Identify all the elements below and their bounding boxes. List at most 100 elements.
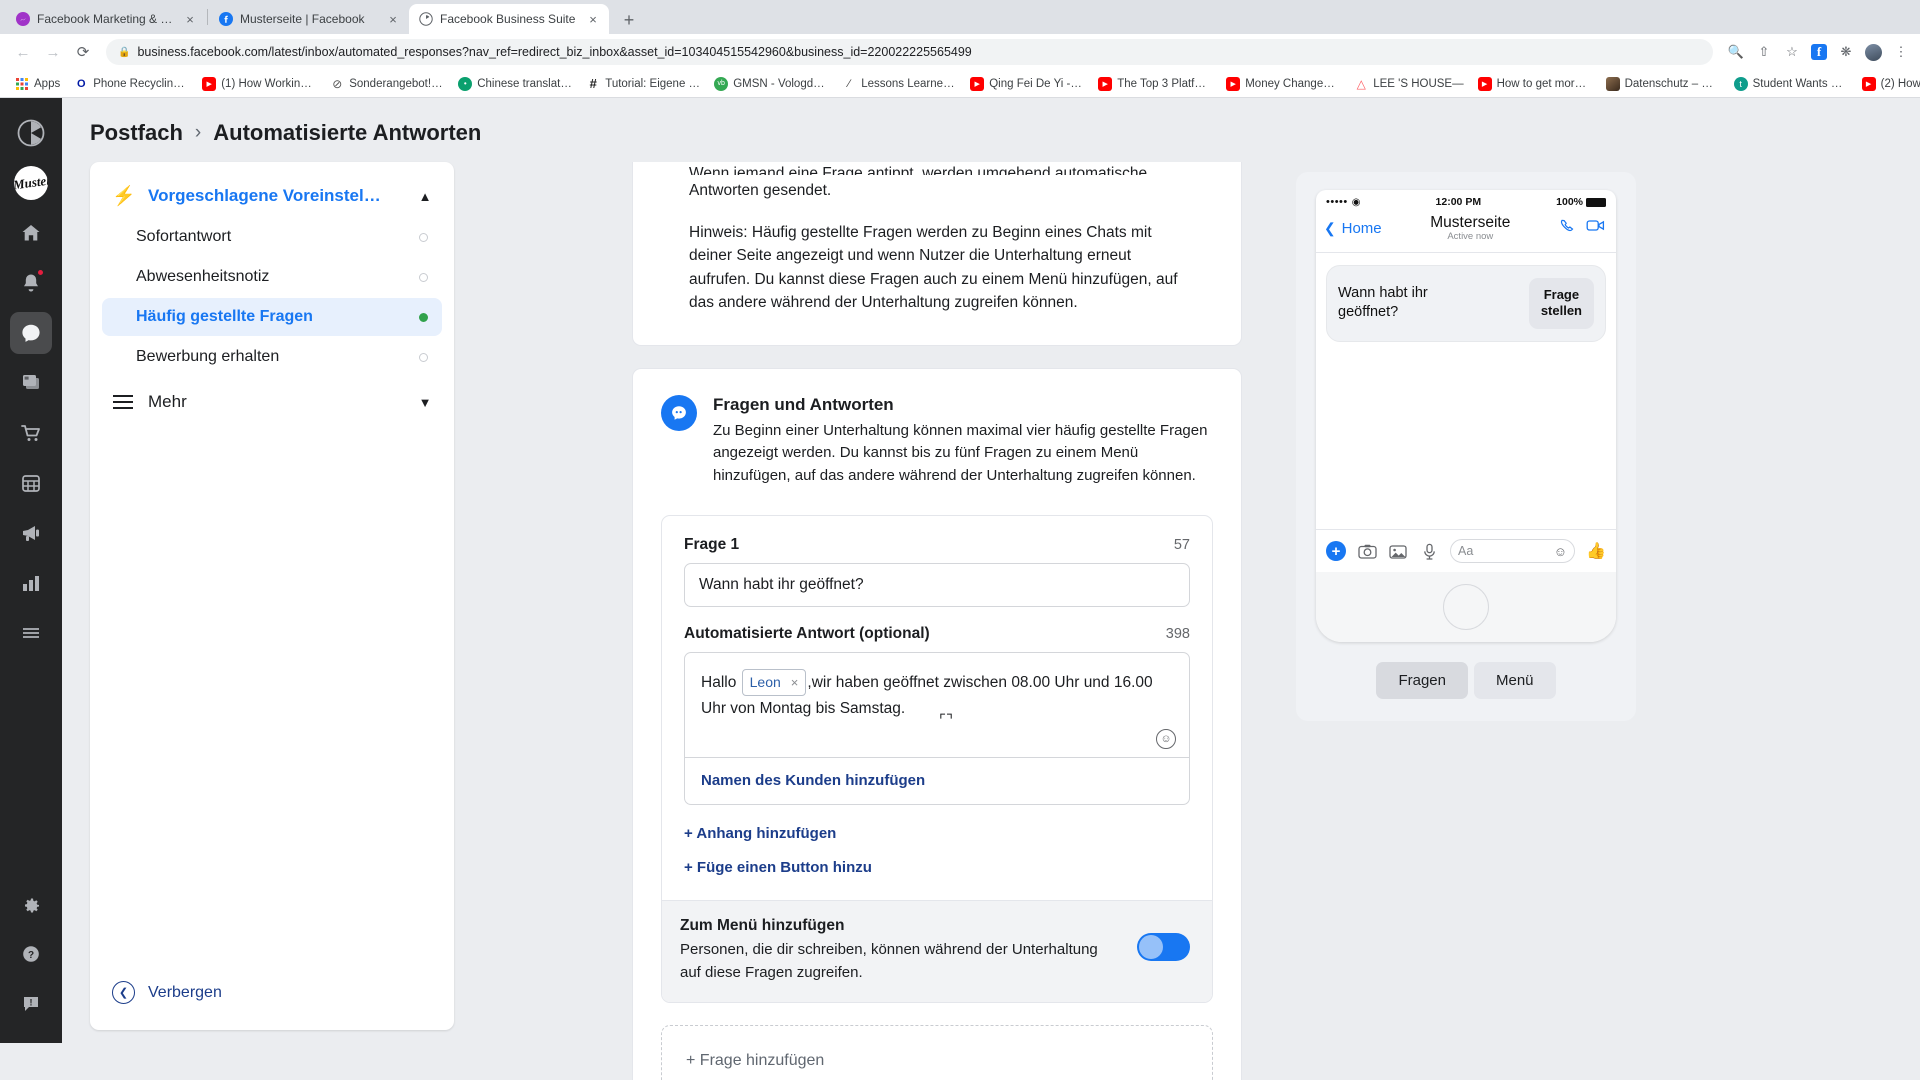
sidebar-item-calendar[interactable] — [10, 462, 52, 504]
video-icon[interactable] — [1586, 217, 1606, 239]
smiley-icon[interactable]: ☺ — [1156, 729, 1176, 750]
bookmark-1[interactable]: O Phone Recycling... — [68, 74, 194, 94]
close-icon[interactable]: × — [183, 13, 197, 26]
bookmark-14[interactable]: t Student Wants an... — [1728, 74, 1854, 94]
bookmark-2[interactable]: ▶ (1) How Working a... — [196, 74, 322, 94]
tab-title: Facebook Business Suite — [440, 12, 576, 26]
page-title: Automatisierte Antworten — [213, 120, 482, 145]
sidebar-item-inbox[interactable] — [10, 312, 52, 354]
mic-icon[interactable] — [1419, 541, 1439, 561]
smiley-icon[interactable]: ☺ — [1554, 544, 1567, 559]
sidebar-section-header[interactable]: ⚡ Vorgeschlagene Voreinstel… ▲ — [90, 162, 454, 216]
sidebar-item-commerce[interactable] — [10, 412, 52, 454]
sidebar-more-section[interactable]: Mehr ▼ — [90, 378, 454, 426]
sidebar-item-business-avatar[interactable]: Mustel — [10, 162, 52, 204]
camera-icon[interactable] — [1357, 541, 1377, 561]
sidebar-item-settings[interactable] — [10, 883, 52, 925]
chrome-menu-icon[interactable]: ⋮ — [1892, 43, 1910, 61]
extensions-icon[interactable]: ❋ — [1837, 43, 1855, 61]
back-button[interactable]: ← — [10, 39, 36, 65]
bookmark-4[interactable]: • Chinese translatio... — [452, 74, 578, 94]
chevron-left-circle-icon: ❮ — [112, 981, 135, 1004]
bookmark-10[interactable]: ▶ Money Changes E... — [1220, 74, 1346, 94]
sidebar-item-more[interactable] — [10, 612, 52, 654]
tab-fragen[interactable]: Fragen — [1376, 662, 1468, 700]
new-tab-button[interactable]: + — [615, 6, 643, 34]
posts-icon — [23, 375, 39, 389]
sidebar-item-notifications[interactable] — [10, 262, 52, 304]
hash-icon: # — [589, 76, 597, 91]
bookmark-15[interactable]: ▶ (2) How To Add A... — [1856, 74, 1920, 94]
bookmark-apps[interactable]: Apps — [9, 74, 66, 94]
add-to-menu-toggle[interactable] — [1137, 933, 1190, 962]
forward-button[interactable]: → — [40, 39, 66, 65]
sidebar-item-posts[interactable] — [10, 362, 52, 404]
close-icon[interactable]: × — [386, 13, 400, 26]
chevron-up-icon[interactable]: ▲ — [416, 189, 434, 204]
browser-tab-0[interactable]: Facebook Marketing & Werbea × — [6, 4, 206, 34]
truncated-text: Wenn jemand eine Frage antippt, werden u… — [689, 165, 1148, 175]
home-button[interactable] — [1443, 584, 1489, 631]
thumbs-up-icon[interactable]: 👍 — [1586, 541, 1606, 561]
customer-name-token[interactable]: Leon × — [741, 669, 807, 696]
bookmark-12[interactable]: ▶ How to get more v... — [1472, 74, 1598, 94]
star-icon[interactable]: ☆ — [1783, 43, 1801, 61]
sidebar-item-abwesenheitsnotiz[interactable]: Abwesenheitsnotiz — [102, 258, 442, 296]
question-input[interactable]: Wann habt ihr geöffnet? — [684, 563, 1190, 608]
sidebar-item-help[interactable]: ? — [10, 933, 52, 975]
sidebar-item-insights[interactable] — [10, 562, 52, 604]
phone-page-name: Musterseite — [1430, 214, 1511, 231]
add-button-link[interactable]: + Füge einen Button hinzu — [684, 859, 1190, 876]
help-icon: ? — [23, 946, 39, 962]
bookmark-3[interactable]: ⊘ Sonderangebot! |... — [324, 74, 450, 94]
sidebar-item-bewerbung-erhalten[interactable]: Bewerbung erhalten — [102, 338, 442, 376]
tab-menu[interactable]: Menü — [1474, 662, 1556, 700]
phone-back-button[interactable]: ❮ Home — [1324, 220, 1382, 237]
sidebar-item-ads[interactable] — [10, 512, 52, 554]
sidebar-hide-button[interactable]: ❮ Verbergen — [90, 959, 454, 1030]
bookmark-label: Lessons Learned f... — [861, 77, 957, 90]
bookmark-5[interactable]: # Tutorial: Eigene Fa... — [580, 74, 706, 94]
toggle-knob — [1164, 935, 1188, 960]
gallery-icon[interactable] — [1388, 541, 1408, 561]
phone-icon[interactable] — [1559, 217, 1576, 239]
vb-green-icon: vb — [714, 76, 729, 91]
sidebar-item-meta-logo[interactable] — [10, 112, 52, 154]
close-icon[interactable]: × — [586, 13, 600, 26]
share-icon[interactable]: ⇧ — [1755, 43, 1773, 61]
bookmark-9[interactable]: ▶ The Top 3 Platfor... — [1092, 74, 1218, 94]
youtube-icon: ▶ — [970, 76, 985, 91]
add-attachment-link[interactable]: + Anhang hinzufügen — [684, 825, 1190, 842]
profile-avatar[interactable] — [1865, 43, 1882, 61]
bookmark-11[interactable]: △ LEE 'S HOUSE— — [1348, 74, 1469, 94]
add-question-button[interactable]: + Frage hinzufügen — [661, 1025, 1213, 1080]
sidebar-section-title: Vorgeschlagene Voreinstel… — [148, 186, 381, 205]
answer-editor-body[interactable]: Hallo Leon × ,wir haben geöffnet zwischen … — [685, 653, 1189, 757]
bookmark-7[interactable]: ∕ Lessons Learned f... — [836, 74, 962, 94]
breadcrumb-parent[interactable]: Postfach — [90, 120, 183, 146]
message-input[interactable]: Aa ☺ — [1450, 539, 1576, 564]
preview-ask-question-button[interactable]: Frage stellen — [1528, 278, 1594, 329]
phone-conversation-header: ❮ Home Musterseite Active now — [1316, 210, 1616, 254]
youtube-icon: ▶ — [1861, 76, 1876, 91]
sidebar-item-haeufig-gestellte-fragen[interactable]: Häufig gestellte Fragen — [102, 298, 442, 336]
bookmark-6[interactable]: vb GMSN - Vologda,... — [708, 74, 834, 94]
address-bar[interactable]: 🔒 business.facebook.com/latest/inbox/aut… — [106, 39, 1713, 65]
browser-tab-2[interactable]: Facebook Business Suite × — [409, 4, 609, 34]
chevron-down-icon[interactable]: ▼ — [416, 395, 434, 410]
sidebar-item-home[interactable] — [10, 212, 52, 254]
plus-icon[interactable]: + — [1326, 541, 1346, 562]
facebook-extension-icon[interactable]: f — [1811, 44, 1827, 60]
hamburger-icon — [23, 628, 39, 638]
remove-token-icon[interactable]: × — [791, 672, 799, 693]
sidebar-item-sofortantwort[interactable]: Sofortantwort — [102, 218, 442, 256]
zoom-icon[interactable]: 🔍 — [1727, 43, 1745, 61]
answer-editor[interactable]: Hallo Leon × ,wir haben geöffnet zwischen … — [684, 652, 1190, 806]
sidebar-item-feedback[interactable]: ! — [10, 983, 52, 1025]
browser-tab-1[interactable]: Musterseite | Facebook × — [209, 4, 409, 34]
bookmark-13[interactable]: Datenschutz – Re... — [1600, 74, 1726, 94]
bookmark-8[interactable]: ▶ Qing Fei De Yi - Y... — [964, 74, 1090, 94]
reload-button[interactable]: ⟳ — [70, 39, 96, 65]
phone-status-bar: ••••• ◉ 12:00 PM 100% — [1316, 190, 1616, 210]
add-customer-name-link[interactable]: Namen des Kunden hinzufügen — [701, 772, 925, 789]
